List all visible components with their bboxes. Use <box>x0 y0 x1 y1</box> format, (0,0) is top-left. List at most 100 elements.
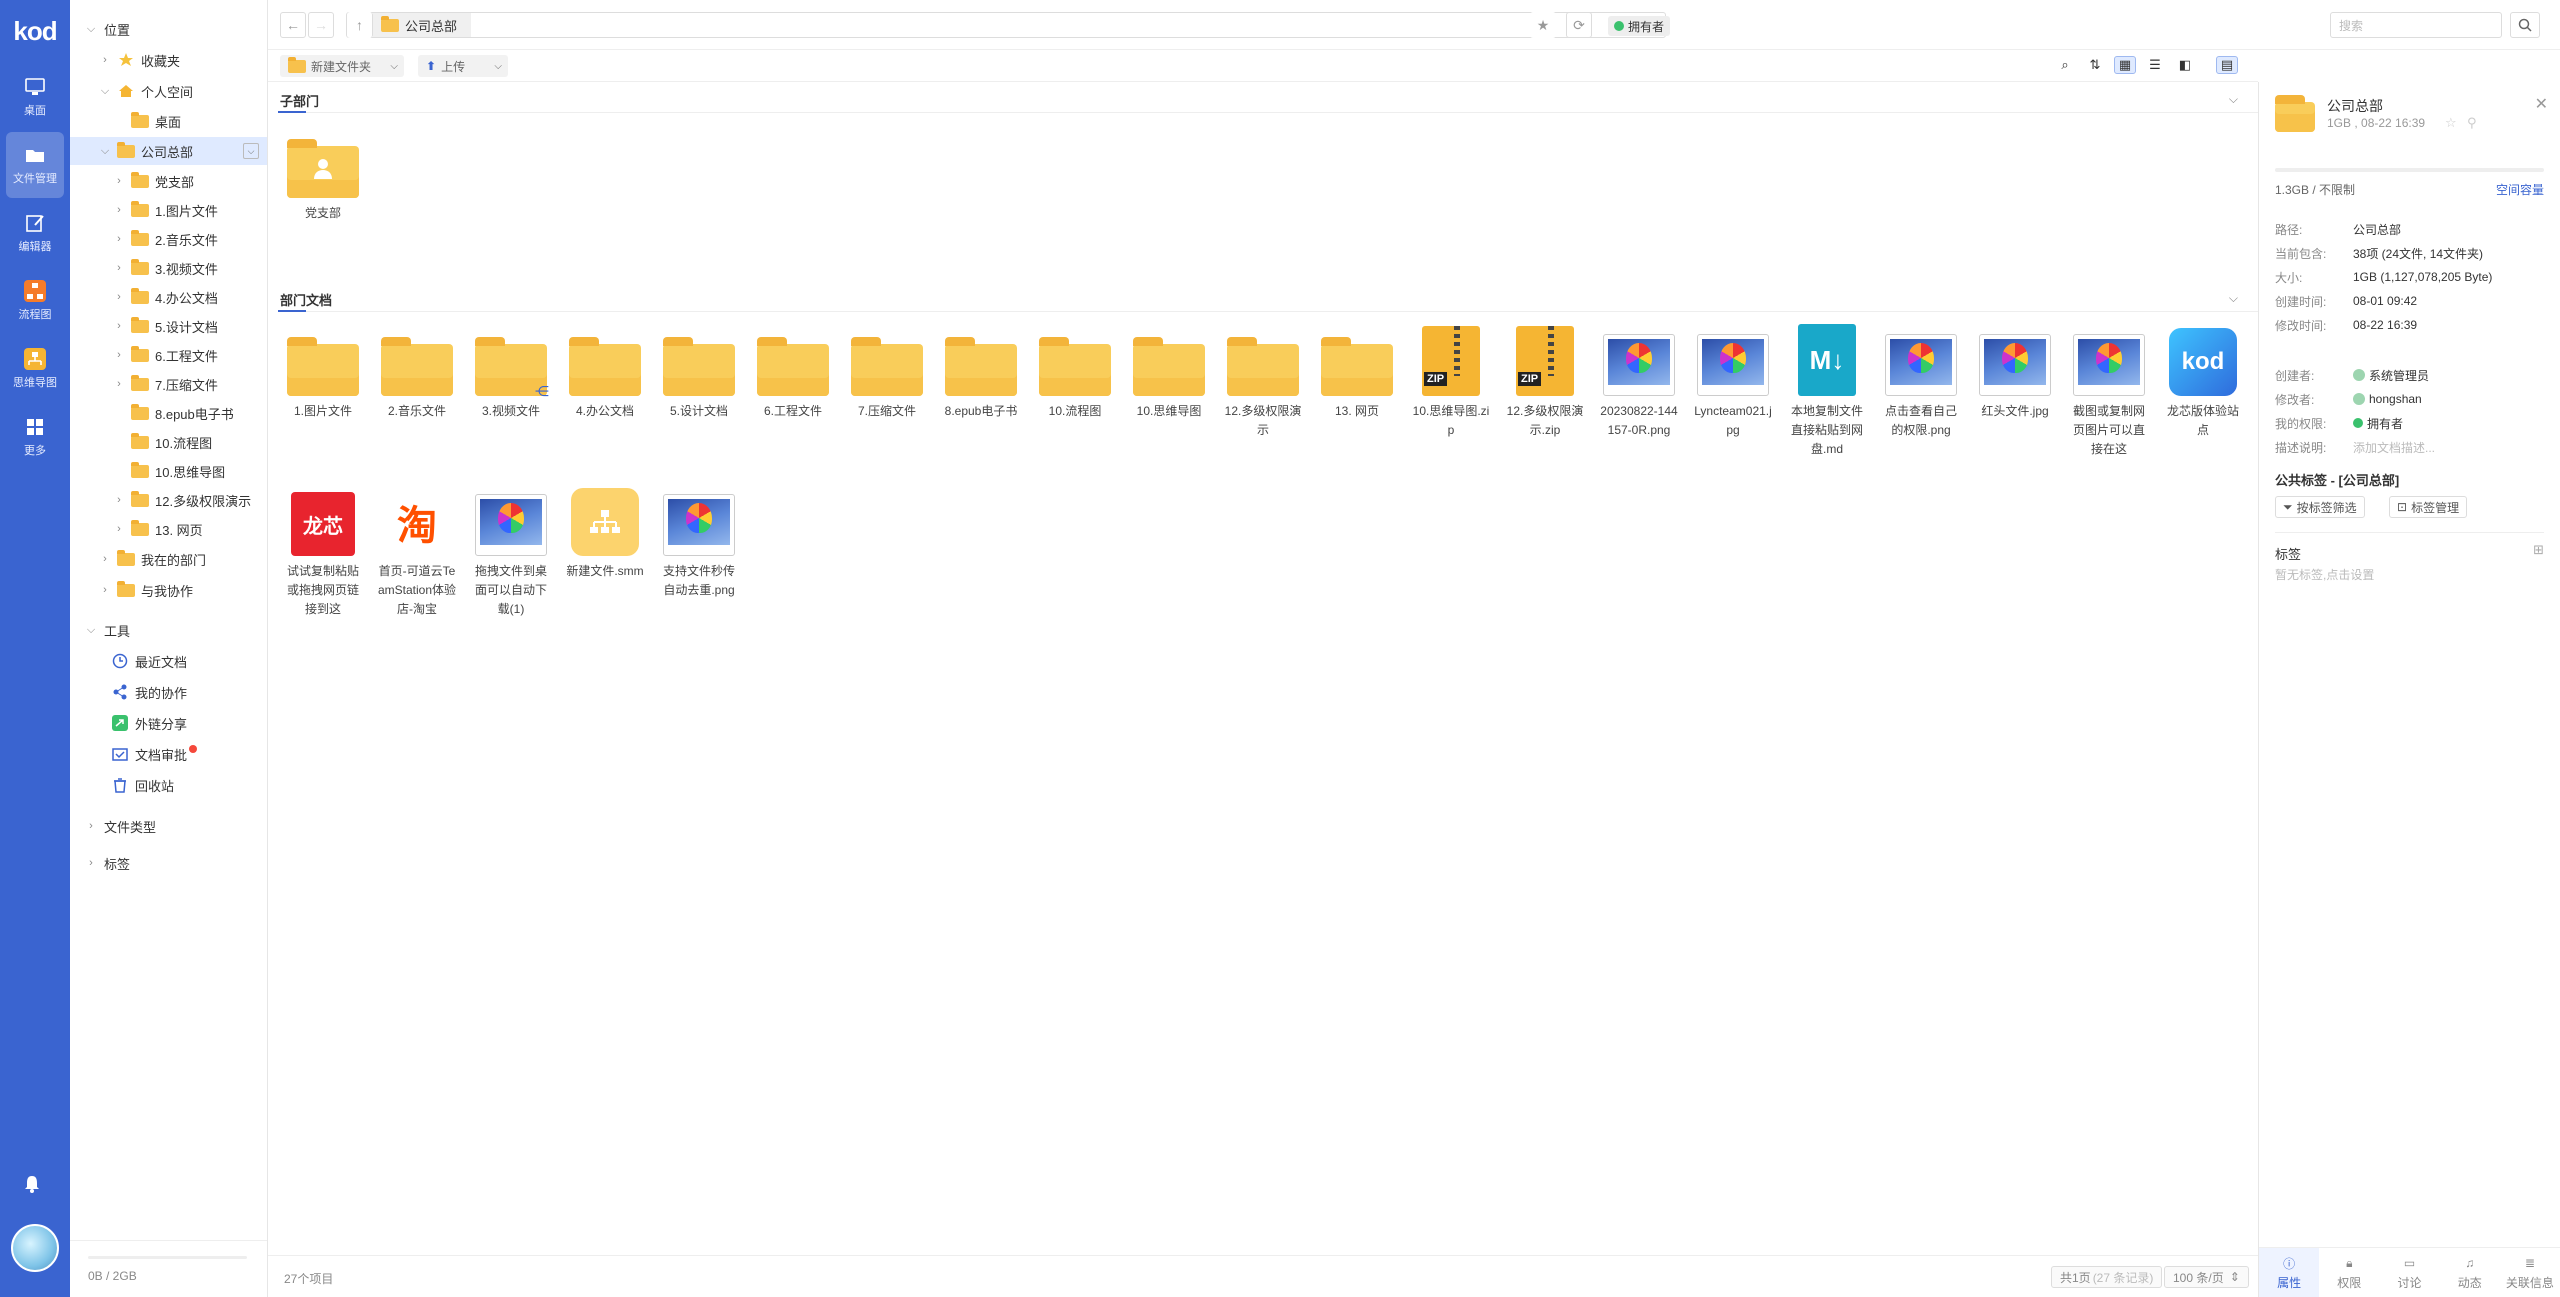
breadcrumb[interactable]: 公司总部 <box>373 13 472 37</box>
user-avatar[interactable] <box>11 1224 59 1272</box>
tree-child-folder[interactable]: › 13. 网页 <box>70 515 267 543</box>
tree-child-folder[interactable]: › 5.设计文档 <box>70 312 267 340</box>
file-item[interactable]: 20230822-144157-0R.png <box>1592 332 1686 440</box>
tree-personal-space[interactable]: ⌵ 个人空间 <box>70 77 267 105</box>
tree-child-folder[interactable]: › 1.图片文件 <box>70 196 267 224</box>
file-item[interactable]: ZIP 10.思维导图.zip <box>1404 326 1498 440</box>
tree-share-link[interactable]: 外链分享 <box>70 709 267 737</box>
nav-more[interactable]: 更多 <box>6 404 64 470</box>
tree-tags[interactable]: › 标签 <box>70 849 267 877</box>
bell-icon[interactable] <box>24 1175 46 1197</box>
refresh-icon[interactable]: ⟳ <box>1566 12 1592 38</box>
file-item[interactable]: 拖拽文件到桌面可以自动下载(1) <box>464 492 558 619</box>
tree-my-dept[interactable]: › 我在的部门 <box>70 545 267 573</box>
upload-button[interactable]: ⬆ 上传 ⌵ <box>418 55 508 77</box>
nav-file-manager[interactable]: 文件管理 <box>6 132 64 198</box>
markdown-file-icon: M↓ <box>1791 324 1863 396</box>
file-item[interactable]: 红头文件.jpg <box>1968 332 2062 421</box>
file-item[interactable]: 截图或复制网页图片可以直接在这 <box>2062 332 2156 459</box>
file-item[interactable]: 12.多级权限演示 <box>1216 332 1310 440</box>
tree-collab[interactable]: › 与我协作 <box>70 576 267 604</box>
file-item[interactable]: 新建文件.smm <box>558 488 652 581</box>
star-icon[interactable]: ☆ <box>2445 115 2457 131</box>
grid-view-icon[interactable]: ▦ <box>2114 56 2136 74</box>
tree-child-folder[interactable]: 10.思维导图 <box>70 457 267 485</box>
chevron-down-icon[interactable]: ⌵ <box>2229 291 2238 306</box>
chevron-down-icon[interactable]: ⌵ <box>2229 92 2238 107</box>
nav-editor[interactable]: 编辑器 <box>6 200 64 266</box>
tag-manage-button[interactable]: ⊡ 标签管理 <box>2389 496 2468 518</box>
pin-icon[interactable]: ⚲ <box>2467 115 2477 131</box>
nav-flowchart[interactable]: 流程图 <box>6 268 64 334</box>
file-item[interactable]: Lyncteam021.jpg <box>1686 332 1780 440</box>
zoom-icon[interactable]: ⌕ <box>2054 56 2076 74</box>
tree-child-folder[interactable]: › 3.视频文件 <box>70 254 267 282</box>
file-item[interactable]: ⋲ 3.视频文件 <box>464 332 558 421</box>
file-item[interactable]: 6.工程文件 <box>746 332 840 421</box>
address-bar[interactable]: ↑ 公司总部 <box>346 12 1666 38</box>
tree-my-collab[interactable]: 我的协作 <box>70 678 267 706</box>
tab-attributes[interactable]: ⓘ 属性 <box>2259 1248 2320 1297</box>
file-item[interactable]: 龙芯 试试复制粘贴或拖拽网页链接到这 <box>276 492 370 619</box>
tree-child-folder[interactable]: › 7.压缩文件 <box>70 370 267 398</box>
no-tags-text[interactable]: 暂无标签,点击设置 <box>2275 566 2374 583</box>
file-item[interactable]: 10.思维导图 <box>1122 332 1216 421</box>
forward-button[interactable]: → <box>308 12 334 38</box>
file-item[interactable]: 8.epub电子书 <box>934 332 1028 421</box>
file-item[interactable]: 1.图片文件 <box>276 332 370 421</box>
file-item[interactable]: M↓ 本地复制文件直接粘贴到网盘.md <box>1780 324 1874 459</box>
file-item[interactable]: 13. 网页 <box>1310 332 1404 421</box>
tree-tools-header[interactable]: ⌵ 工具 <box>70 616 267 644</box>
tree-position-header[interactable]: ⌵ 位置 <box>70 15 267 43</box>
tree-child-folder[interactable]: › 6.工程文件 <box>70 341 267 369</box>
tree-child-folder[interactable]: › 2.音乐文件 <box>70 225 267 253</box>
file-item[interactable]: 2.音乐文件 <box>370 332 464 421</box>
tree-file-types[interactable]: › 文件类型 <box>70 812 267 840</box>
search-input[interactable]: 搜索 <box>2330 12 2502 38</box>
file-item[interactable]: 7.压缩文件 <box>840 332 934 421</box>
tree-desktop[interactable]: 桌面 <box>70 107 267 135</box>
tab-discussion[interactable]: ▭ 讨论 <box>2379 1248 2439 1297</box>
file-item[interactable]: 4.办公文档 <box>558 332 652 421</box>
up-button[interactable]: ↑ <box>347 12 373 38</box>
tree-item-menu-button[interactable]: ⌵ <box>243 143 259 159</box>
filter-by-tag-button[interactable]: ⏷ 按标签筛选 <box>2275 496 2365 518</box>
tree-recent[interactable]: 最近文档 <box>70 647 267 675</box>
nav-desktop[interactable]: 桌面 <box>6 64 64 130</box>
file-item[interactable]: 支持文件秒传自动去重.png <box>652 492 746 600</box>
tree-child-folder[interactable]: › 党支部 <box>70 167 267 195</box>
split-view-icon[interactable]: ◧ <box>2174 56 2196 74</box>
file-item[interactable]: ZIP 12.多级权限演示.zip <box>1498 326 1592 440</box>
tree-favorites[interactable]: › 收藏夹 <box>70 46 267 74</box>
tree-approval[interactable]: 文档审批 <box>70 740 267 768</box>
tree-company[interactable]: ⌵ 公司总部 ⌵ <box>70 137 267 165</box>
nav-mindmap[interactable]: 思维导图 <box>6 336 64 402</box>
tree-recycle[interactable]: 回收站 <box>70 771 267 799</box>
back-button[interactable]: ← <box>280 12 306 38</box>
properties-panel-icon[interactable]: ▤ <box>2216 56 2238 74</box>
new-folder-button[interactable]: 新建文件夹 ⌵ <box>280 55 404 77</box>
tab-activity[interactable]: ♫ 动态 <box>2440 1248 2500 1297</box>
file-item[interactable]: 5.设计文档 <box>652 332 746 421</box>
per-page-select[interactable]: 100 条/页 ⇕ <box>2164 1266 2249 1288</box>
tree-child-folder[interactable]: 8.epub电子书 <box>70 399 267 427</box>
property-value[interactable]: 添加文档描述... <box>2353 439 2435 456</box>
tree-child-folder[interactable]: › 12.多级权限演示 <box>70 486 267 514</box>
tree-child-folder[interactable]: 10.流程图 <box>70 428 267 456</box>
tab-related[interactable]: ≣ 关联信息 <box>2500 1248 2560 1297</box>
sort-icon[interactable]: ⇅ <box>2084 56 2106 74</box>
file-item[interactable]: 淘首页-可道云TeamStation体验店-淘宝 <box>370 488 464 619</box>
close-icon[interactable]: ✕ <box>2535 94 2548 114</box>
file-item[interactable]: 10.流程图 <box>1028 332 1122 421</box>
sub-dept-item[interactable]: 党支部 <box>276 134 370 223</box>
file-item[interactable]: kod 龙芯版体验站点 <box>2156 328 2250 440</box>
quota-link[interactable]: 空间容量 <box>2496 181 2544 198</box>
file-item[interactable]: 点击查看自己的权限.png <box>1874 332 1968 440</box>
search-icon[interactable] <box>2510 12 2540 38</box>
kod-logo[interactable]: kod <box>0 0 70 62</box>
tree-child-folder[interactable]: › 4.办公文档 <box>70 283 267 311</box>
tab-permissions[interactable]: 🔒︎ 权限 <box>2319 1248 2379 1297</box>
list-view-icon[interactable]: ☰ <box>2144 56 2166 74</box>
star-icon[interactable]: ★ <box>1530 12 1556 38</box>
add-tag-icon[interactable]: ⊞ <box>2533 542 2544 558</box>
